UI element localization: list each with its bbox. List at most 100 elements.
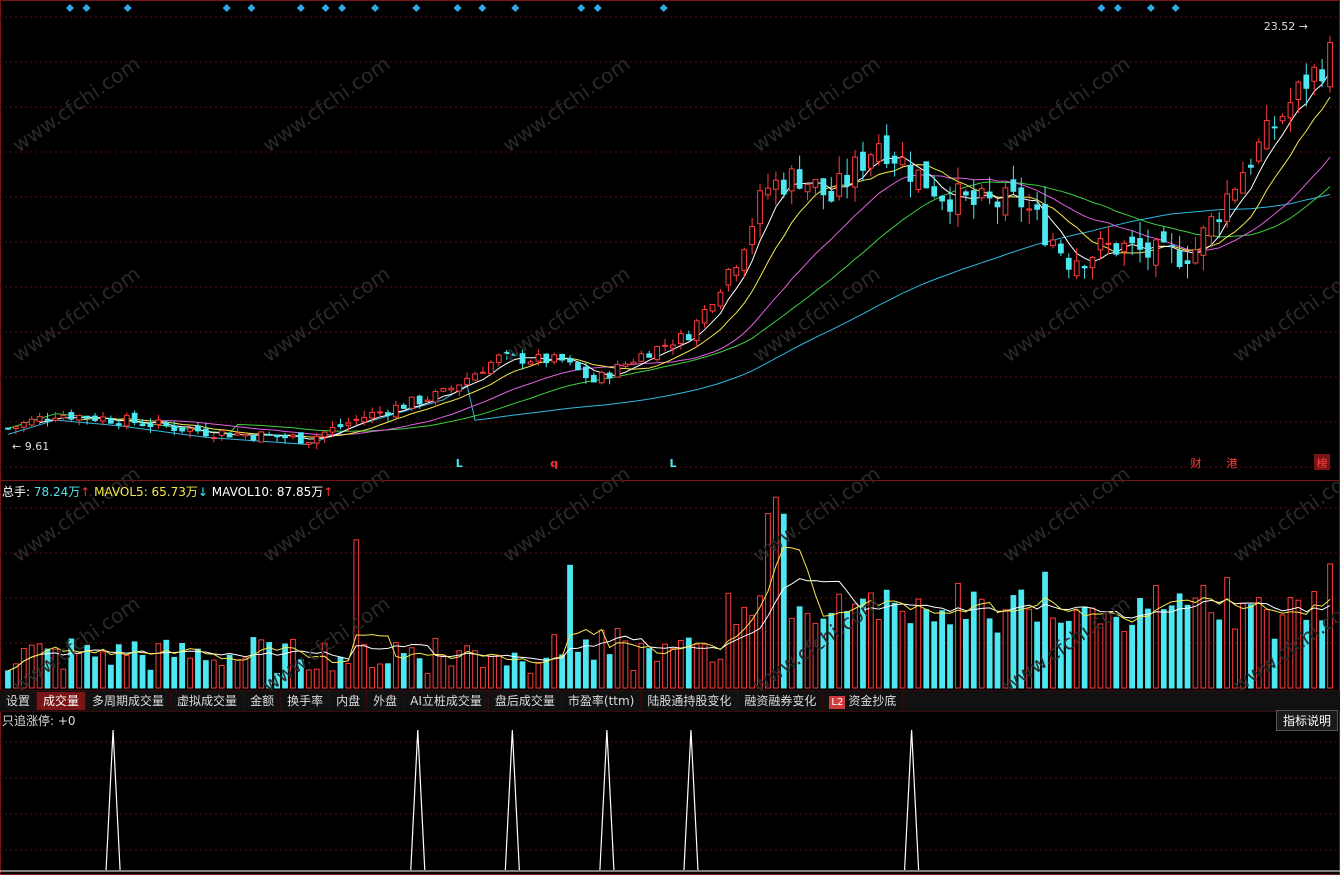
candle-body	[1113, 243, 1120, 255]
volume-bar	[1129, 624, 1135, 689]
signal-marker: L	[456, 457, 463, 470]
watermark-text: www.cfchi.com	[8, 591, 145, 697]
candle-body	[654, 346, 660, 361]
candle-body	[1018, 187, 1025, 208]
candle-body	[598, 371, 605, 384]
tab-13[interactable]: L2 资金抄底	[823, 692, 904, 710]
tab-0[interactable]: 设置	[0, 692, 38, 710]
candle-body	[258, 431, 265, 443]
candle-body	[432, 391, 439, 403]
volume-bar	[440, 655, 447, 689]
volume-bar	[535, 661, 542, 689]
candle-body	[1105, 242, 1112, 245]
tab-12[interactable]: 融资融券变化	[738, 692, 824, 710]
tab-label: 资金抄底	[848, 694, 897, 708]
volume-bar	[630, 670, 637, 689]
tab-label: 陆股通持股变化	[647, 694, 732, 708]
candle-body	[535, 354, 542, 362]
top-diamond-icon	[82, 4, 91, 12]
top-diamond-icon	[371, 4, 380, 12]
candle-body	[1153, 239, 1159, 266]
watermark-text: www.cfchi.com	[1228, 261, 1340, 367]
volume-bar	[567, 564, 573, 689]
watermark-text: www.cfchi.com	[8, 261, 145, 367]
candle-body	[899, 156, 906, 166]
tab-9[interactable]: 盘后成交量	[489, 692, 562, 710]
candle-body	[804, 183, 811, 193]
volume-bar	[100, 651, 106, 689]
candle-body	[1224, 193, 1230, 222]
candle-body	[313, 435, 320, 444]
tab-11[interactable]: 陆股通持股变化	[641, 692, 739, 710]
candle-body	[385, 412, 391, 416]
tab-10[interactable]: 市盈率(ttm)	[562, 692, 642, 710]
tab-6[interactable]: 内盘	[330, 692, 368, 710]
candle-body	[1160, 231, 1167, 243]
candle-body	[282, 434, 288, 439]
watermark-text: www.cfchi.com	[748, 261, 885, 367]
volume-bar	[662, 643, 668, 689]
tab-3[interactable]: 虚拟成交量	[171, 692, 245, 710]
tab-5[interactable]: 换手率	[281, 692, 331, 710]
volume-bar	[1168, 605, 1175, 689]
watermark-text: www.cfchi.com	[258, 261, 395, 367]
candle-body	[218, 430, 225, 436]
tab-4[interactable]: 金额	[244, 692, 282, 710]
candle-body	[551, 354, 558, 363]
watermark-text: www.cfchi.com	[748, 461, 885, 567]
candle-body	[978, 188, 985, 199]
volume-bar	[472, 650, 478, 689]
volume-bar	[899, 610, 906, 689]
candle-body	[527, 361, 534, 365]
top-diamond-icon	[412, 4, 421, 12]
candle-body	[852, 156, 858, 188]
volume-bar	[527, 672, 534, 689]
vol-legend-label-mavol5: MAVOL5	[94, 485, 144, 499]
candle-body	[780, 179, 787, 195]
candle-body	[646, 353, 653, 358]
candle-body	[163, 422, 170, 426]
candle-body	[179, 427, 185, 432]
volume-bar	[923, 609, 930, 689]
candle-body	[559, 353, 565, 361]
volume-bar	[559, 654, 565, 689]
candle-body	[68, 412, 75, 420]
watermark-text: www.cfchi.com	[258, 51, 395, 157]
top-diamond-icon	[338, 4, 347, 12]
candle-body	[796, 169, 803, 189]
candle-body	[226, 432, 233, 438]
tab-7[interactable]: 外盘	[367, 692, 405, 710]
tab-label: 成交量	[43, 694, 80, 708]
volume-bar	[1121, 630, 1128, 689]
tab-1[interactable]: 成交量	[37, 692, 87, 710]
candle-body	[1073, 260, 1080, 277]
top-diamond-icon	[247, 4, 256, 12]
candle-body	[1137, 238, 1143, 250]
top-diamond-icon	[659, 4, 668, 12]
volume-bar	[646, 648, 653, 689]
candle-body	[20, 421, 27, 428]
indicator-help-button[interactable]: 指标说明	[1275, 710, 1338, 731]
volume-bar	[891, 602, 898, 689]
candle-body	[171, 425, 178, 431]
volume-bar	[195, 648, 201, 689]
volume-bar	[416, 658, 423, 689]
tab-label: 设置	[6, 694, 31, 708]
candle-body	[725, 268, 732, 286]
candle-body	[187, 427, 193, 432]
tab-2[interactable]: 多周期成交量	[86, 692, 172, 710]
limit-up-spike	[410, 729, 426, 871]
candle-body	[868, 154, 874, 169]
volume-bar	[622, 640, 629, 689]
chart-frame	[0, 0, 1340, 875]
watermark-text: www.cfchi.com	[8, 461, 145, 567]
top-diamond-icon	[511, 4, 520, 12]
volume-bar	[1113, 616, 1120, 689]
tab-8[interactable]: AI立桩成交量	[404, 692, 489, 710]
tab-label: 内盘	[336, 694, 361, 708]
candle-body	[250, 434, 257, 441]
volume-bar	[210, 659, 217, 689]
candle-body	[1081, 266, 1088, 269]
watermark-text: www.cfchi.com	[998, 461, 1135, 567]
candle-body	[424, 399, 431, 402]
